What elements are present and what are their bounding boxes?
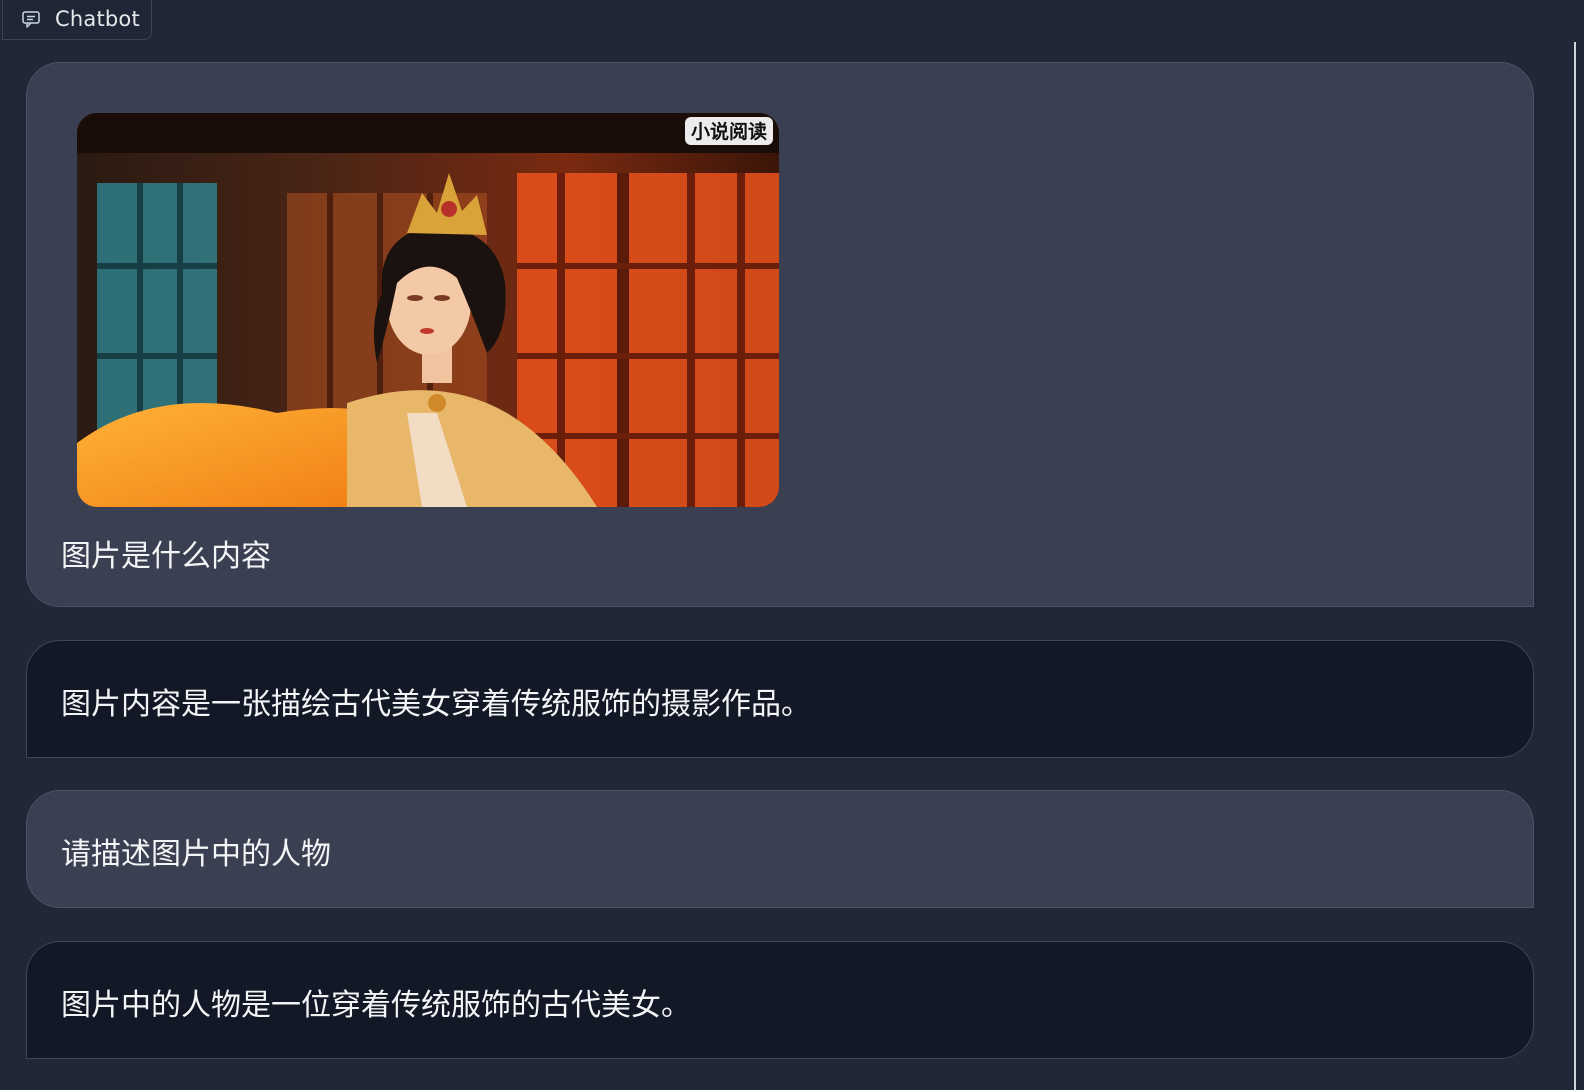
user-message-text: 图片是什么内容 [61, 539, 271, 574]
image-watermark: 小说阅读 [691, 120, 767, 143]
bot-message-text: 图片内容是一张描绘古代美女穿着传统服饰的摄影作品。 [61, 687, 811, 722]
uploaded-image[interactable]: 小说阅读 [77, 113, 779, 507]
chat-bubble-icon [21, 9, 41, 29]
bot-message: 图片中的人物是一位穿着传统服饰的古代美女。 [26, 941, 1534, 1059]
scrollbar[interactable] [1572, 42, 1584, 1090]
chatbot-label: Chatbot [2, 0, 152, 40]
bot-message-text: 图片中的人物是一位穿着传统服饰的古代美女。 [61, 988, 691, 1023]
scrollbar-thumb[interactable] [1574, 42, 1582, 1090]
chatbot-title: Chatbot [55, 6, 140, 31]
chatbot-panel: Chatbot 小说阅读 图片是什么内容 图片内容是一张描绘古代美女穿着传统服饰… [0, 0, 1584, 1090]
bot-message: 图片内容是一张描绘古代美女穿着传统服饰的摄影作品。 [26, 640, 1534, 758]
user-message: 请描述图片中的人物 [26, 790, 1534, 908]
user-message-text: 请描述图片中的人物 [61, 837, 331, 872]
user-message: 小说阅读 图片是什么内容 [26, 62, 1534, 607]
photo-icon: 小说阅读 [77, 113, 779, 507]
